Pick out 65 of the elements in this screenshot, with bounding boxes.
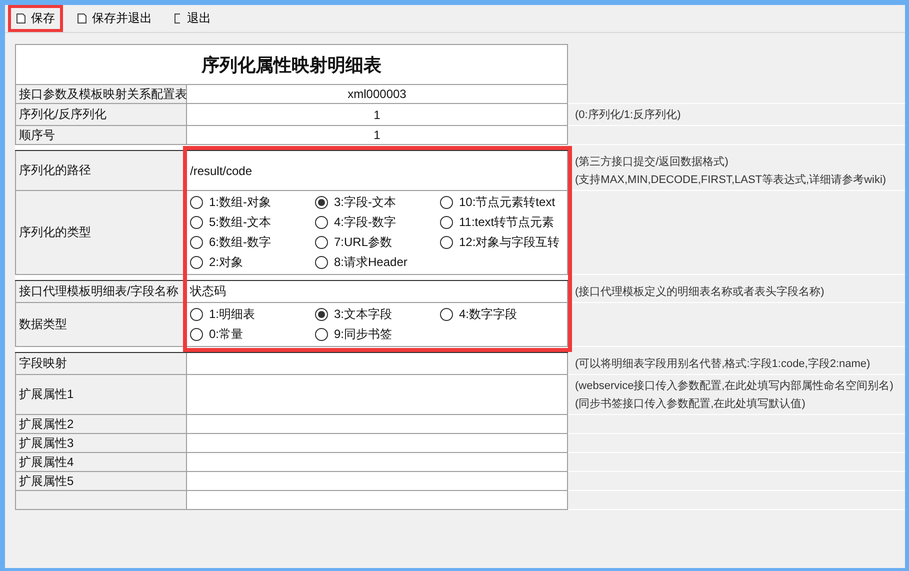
input-field[interactable]	[187, 453, 568, 472]
radio-option[interactable]: 5:数组-文本	[190, 214, 315, 231]
radio-button[interactable]	[190, 328, 203, 341]
input-field[interactable]	[187, 353, 568, 375]
radio-button[interactable]	[440, 196, 453, 209]
radio-button[interactable]	[190, 308, 203, 321]
radio-button[interactable]	[440, 236, 453, 249]
hint-text: (可以将明细表字段用别名代替,格式:字段1:code,字段2:name)	[575, 356, 872, 371]
radio-button[interactable]	[315, 236, 328, 249]
radio-option[interactable]: 1:数组-对象	[190, 194, 315, 211]
field-label: 顺序号	[15, 126, 187, 145]
hint-text: (webservice接口传入参数配置,在此处填写内部属性命名空间别名)	[575, 378, 894, 393]
radio-option[interactable]: 1:明细表	[190, 306, 315, 323]
radio-option[interactable]: 2:对象	[190, 254, 315, 271]
value-cell: 1	[187, 104, 568, 126]
radio-button[interactable]	[190, 256, 203, 269]
radio-option[interactable]: 9:同步书签	[315, 326, 440, 343]
radio-option[interactable]: 10:节点元素转text	[440, 194, 565, 211]
input-field[interactable]	[187, 491, 568, 510]
field-label: 序列化/反序列化	[15, 104, 187, 126]
radio-option[interactable]: 6:数组-数字	[190, 234, 315, 251]
document-icon	[16, 13, 26, 24]
radio-option[interactable]: 0:常量	[190, 326, 315, 343]
exit-icon	[174, 13, 182, 24]
radio-button[interactable]	[440, 308, 453, 321]
input-field[interactable]	[187, 375, 568, 415]
document-icon	[77, 13, 87, 24]
radio-option[interactable]: 4:字段-数字	[315, 214, 440, 231]
input-field[interactable]	[187, 434, 568, 453]
input-field[interactable]: 状态码	[187, 281, 568, 303]
table-title: 序列化属性映射明细表	[15, 44, 568, 85]
field-label: 扩展属性1	[15, 375, 187, 415]
radio-option[interactable]: 4:数字字段	[440, 306, 565, 323]
radio-button[interactable]	[315, 308, 328, 321]
hint-text: (0:序列化/1:反序列化)	[575, 108, 682, 122]
hint-text: (同步书签接口传入参数配置,在此处填写默认值)	[575, 396, 806, 411]
input-field[interactable]	[187, 472, 568, 491]
field-label: 接口参数及模板映射关系配置表	[15, 85, 187, 104]
radio-button[interactable]	[315, 196, 328, 209]
radio-button[interactable]	[190, 196, 203, 209]
field-label: 扩展属性5	[15, 472, 187, 491]
toolbar-button[interactable]: 保存	[8, 5, 63, 32]
radio-option[interactable]: 3:字段-文本	[315, 194, 440, 211]
radio-option[interactable]: 8:请求Header	[315, 254, 440, 271]
radio-option[interactable]: 3:文本字段	[315, 306, 440, 323]
radio-button[interactable]	[190, 236, 203, 249]
value-cell: 1	[187, 126, 568, 145]
input-field[interactable]: /result/code	[187, 151, 568, 191]
hint-text: (接口代理模板定义的明细表名称或者表头字段名称)	[575, 284, 826, 299]
field-label: 字段映射	[15, 353, 187, 375]
radio-button[interactable]	[315, 216, 328, 229]
radio-option[interactable]: 11:text转节点元素	[440, 214, 565, 231]
value-cell: xml000003	[187, 85, 568, 104]
radio-button[interactable]	[440, 216, 453, 229]
hint-text: (第三方接口提交/返回数据格式)	[575, 154, 730, 169]
radio-button[interactable]	[315, 256, 328, 269]
field-label: 扩展属性2	[15, 415, 187, 434]
field-label: 扩展属性4	[15, 453, 187, 472]
radio-option[interactable]: 7:URL参数	[315, 234, 440, 251]
radio-button[interactable]	[190, 216, 203, 229]
radio-option[interactable]: 12:对象与字段互转	[440, 234, 565, 251]
hint-text: (支持MAX,MIN,DECODE,FIRST,LAST等表达式,详细请参考wiki)	[575, 173, 888, 187]
field-label: 扩展属性3	[15, 434, 187, 453]
input-field[interactable]	[187, 415, 568, 434]
radio-button[interactable]	[315, 328, 328, 341]
